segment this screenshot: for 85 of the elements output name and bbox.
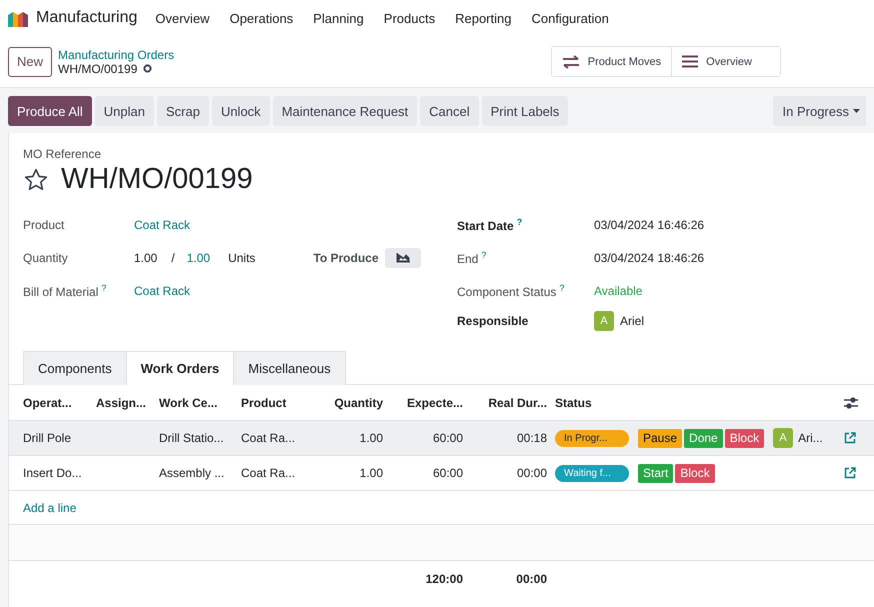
field-label: Quantity xyxy=(23,250,69,264)
field-link[interactable]: 1.00 xyxy=(186,250,210,264)
column-header[interactable]: Assign... xyxy=(96,396,159,410)
external-link-icon[interactable] xyxy=(844,432,856,444)
record-name: WH/MO/00199 xyxy=(58,62,138,76)
table-cell-text: Coat Ra... xyxy=(241,431,296,445)
field-label: MO Reference xyxy=(23,147,102,161)
table-cell-text: 00:00 xyxy=(516,466,548,480)
status-badge: In Progr... xyxy=(555,430,629,446)
table-cell-text: Assembly ... xyxy=(159,466,226,480)
action-button[interactable]: Maintenance Request xyxy=(272,96,418,126)
menu-item[interactable]: Reporting xyxy=(455,10,512,26)
field-label: Component Status $^{?}$ xyxy=(457,282,566,298)
tab[interactable]: Miscellaneous xyxy=(233,351,346,385)
table-cell-text: Insert Do... xyxy=(23,466,83,480)
external-link-icon[interactable] xyxy=(844,467,856,479)
new-button[interactable]: New xyxy=(8,46,52,76)
field-link[interactable]: Coat Rack xyxy=(134,218,457,232)
workorder-button[interactable]: Pause xyxy=(638,428,682,448)
column-header[interactable]: Operat... xyxy=(23,396,96,410)
action-button[interactable]: Produce All xyxy=(8,96,92,126)
table-cell-text: 1.00 xyxy=(358,466,384,480)
menu-item[interactable]: Overview xyxy=(155,10,210,26)
app-logo-icon[interactable] xyxy=(8,9,28,27)
table-row[interactable]: Drill Pole Drill Statio... Coat Ra... 1.00 60:00 00:18 In Progr... Pause Done Block A Ari... xyxy=(9,421,874,456)
status-badge: Waiting f... xyxy=(555,464,629,482)
separator: / xyxy=(171,250,175,264)
field-label: Responsible xyxy=(457,314,530,328)
field-label: End $^{?}$ xyxy=(457,250,488,266)
unit-label: Units xyxy=(228,250,256,264)
settings-icon[interactable] xyxy=(142,63,154,74)
field-link[interactable]: Coat Rack xyxy=(134,284,457,298)
field-value: Available xyxy=(594,284,644,298)
column-header[interactable]: Product xyxy=(241,396,331,410)
workorder-button[interactable]: Block xyxy=(724,428,764,448)
column-header[interactable]: Quantity xyxy=(331,396,391,410)
user-name: Ariel xyxy=(620,314,644,328)
forecast-button[interactable] xyxy=(384,248,421,268)
status-dropdown[interactable]: In Progress xyxy=(772,96,866,126)
star-icon[interactable] xyxy=(23,166,49,192)
area-chart-icon xyxy=(396,252,410,262)
field-label: To Produce xyxy=(313,250,379,264)
caret-icon xyxy=(853,109,860,113)
swap-arrows-icon xyxy=(562,54,580,68)
user-avatar: A xyxy=(594,311,614,331)
field-label: Product xyxy=(23,218,66,232)
action-button[interactable]: Unplan xyxy=(94,96,154,126)
sliders-icon[interactable] xyxy=(844,396,858,408)
total-value: 00:00 xyxy=(515,572,548,586)
table-cell-text: 00:18 xyxy=(516,431,548,445)
action-button[interactable]: Cancel xyxy=(420,96,479,126)
workorder-button[interactable]: Block xyxy=(675,464,715,482)
action-button[interactable]: Scrap xyxy=(156,96,209,126)
column-header[interactable]: Status xyxy=(555,396,844,410)
menu-item[interactable]: Operations xyxy=(230,10,294,26)
menu-item[interactable]: Products xyxy=(384,10,436,26)
add-line-link[interactable]: Add a line xyxy=(23,500,76,514)
total-value: 120:00 xyxy=(424,572,464,586)
table-cell-text: Coat Ra... xyxy=(241,466,296,480)
tab[interactable]: Work Orders xyxy=(126,351,234,385)
field-value: 03/04/2024 18:46:26 xyxy=(594,250,706,264)
table-cell-text: 60:00 xyxy=(432,431,464,445)
menu-item[interactable]: Planning xyxy=(313,10,364,26)
action-button[interactable]: Unlock xyxy=(212,96,270,126)
column-header[interactable]: Work Ce... xyxy=(159,396,241,410)
action-button[interactable]: Print Labels xyxy=(482,96,568,126)
table-cell-text: 60:00 xyxy=(432,466,464,480)
breadcrumb-link[interactable]: Manufacturing Orders xyxy=(58,48,174,62)
table-cell-text: 1.00 xyxy=(358,431,384,445)
user-name: Ari... xyxy=(798,431,823,445)
user-avatar: A xyxy=(773,428,794,448)
field-label: Bill of Material $^{?}$ xyxy=(23,282,108,298)
table-cell-text: Drill Pole xyxy=(23,431,72,445)
column-header[interactable]: Real Dur... xyxy=(471,396,555,410)
table-cell-text: Drill Statio... xyxy=(159,431,225,445)
menu-icon xyxy=(682,55,698,68)
field-value: 1.00 xyxy=(134,250,158,264)
smart-button[interactable]: Product Moves xyxy=(552,47,672,76)
tab[interactable]: Components xyxy=(23,351,127,385)
column-header[interactable]: Expecte... xyxy=(391,396,471,410)
field-value: 03/04/2024 16:46:26 xyxy=(594,218,706,232)
app-name[interactable]: Manufacturing xyxy=(36,9,138,27)
menu-item[interactable]: Configuration xyxy=(531,10,609,26)
record-title: WH/MO/00199 xyxy=(61,163,253,196)
field-label: Start Date $^{?}$ xyxy=(457,216,524,232)
